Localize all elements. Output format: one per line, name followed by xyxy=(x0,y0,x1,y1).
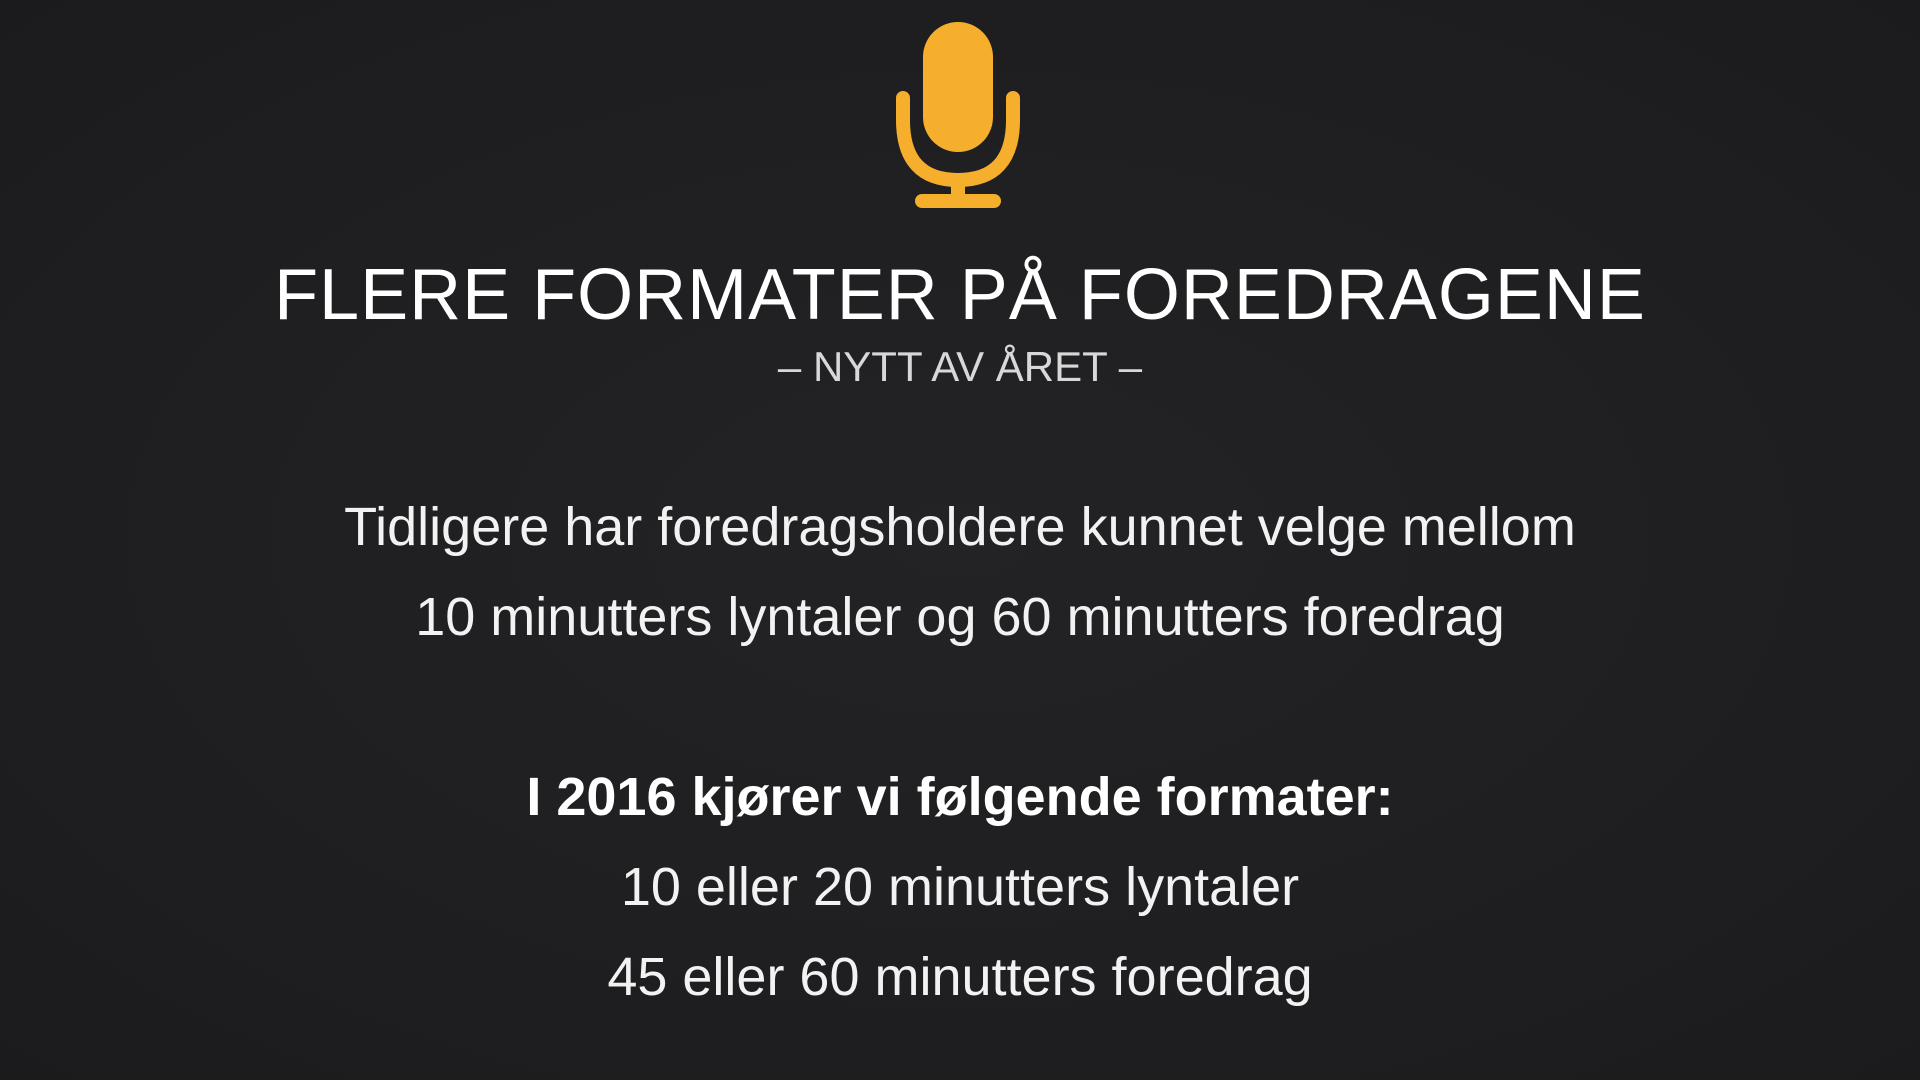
intro-line-2: 10 minutters lyntaler og 60 minutters fo… xyxy=(415,587,1505,647)
format-item: 10 eller 20 minutters lyntaler xyxy=(620,857,1300,917)
format-item: 45 eller 60 minutters foredrag xyxy=(607,947,1313,1007)
intro-line-1: Tidligere har foredragsholdere kunnet ve… xyxy=(344,497,1576,557)
slide: FLERE FORMATER PÅ FOREDRAGENE – NYTT AV … xyxy=(0,0,1920,1080)
formats-heading: I 2016 kjører vi følgende formater: xyxy=(526,767,1394,827)
slide-title: FLERE FORMATER PÅ FOREDRAGENE xyxy=(274,255,1646,335)
microphone-icon xyxy=(896,22,1020,208)
slide-subtitle: – NYTT AV ÅRET – xyxy=(777,343,1143,390)
